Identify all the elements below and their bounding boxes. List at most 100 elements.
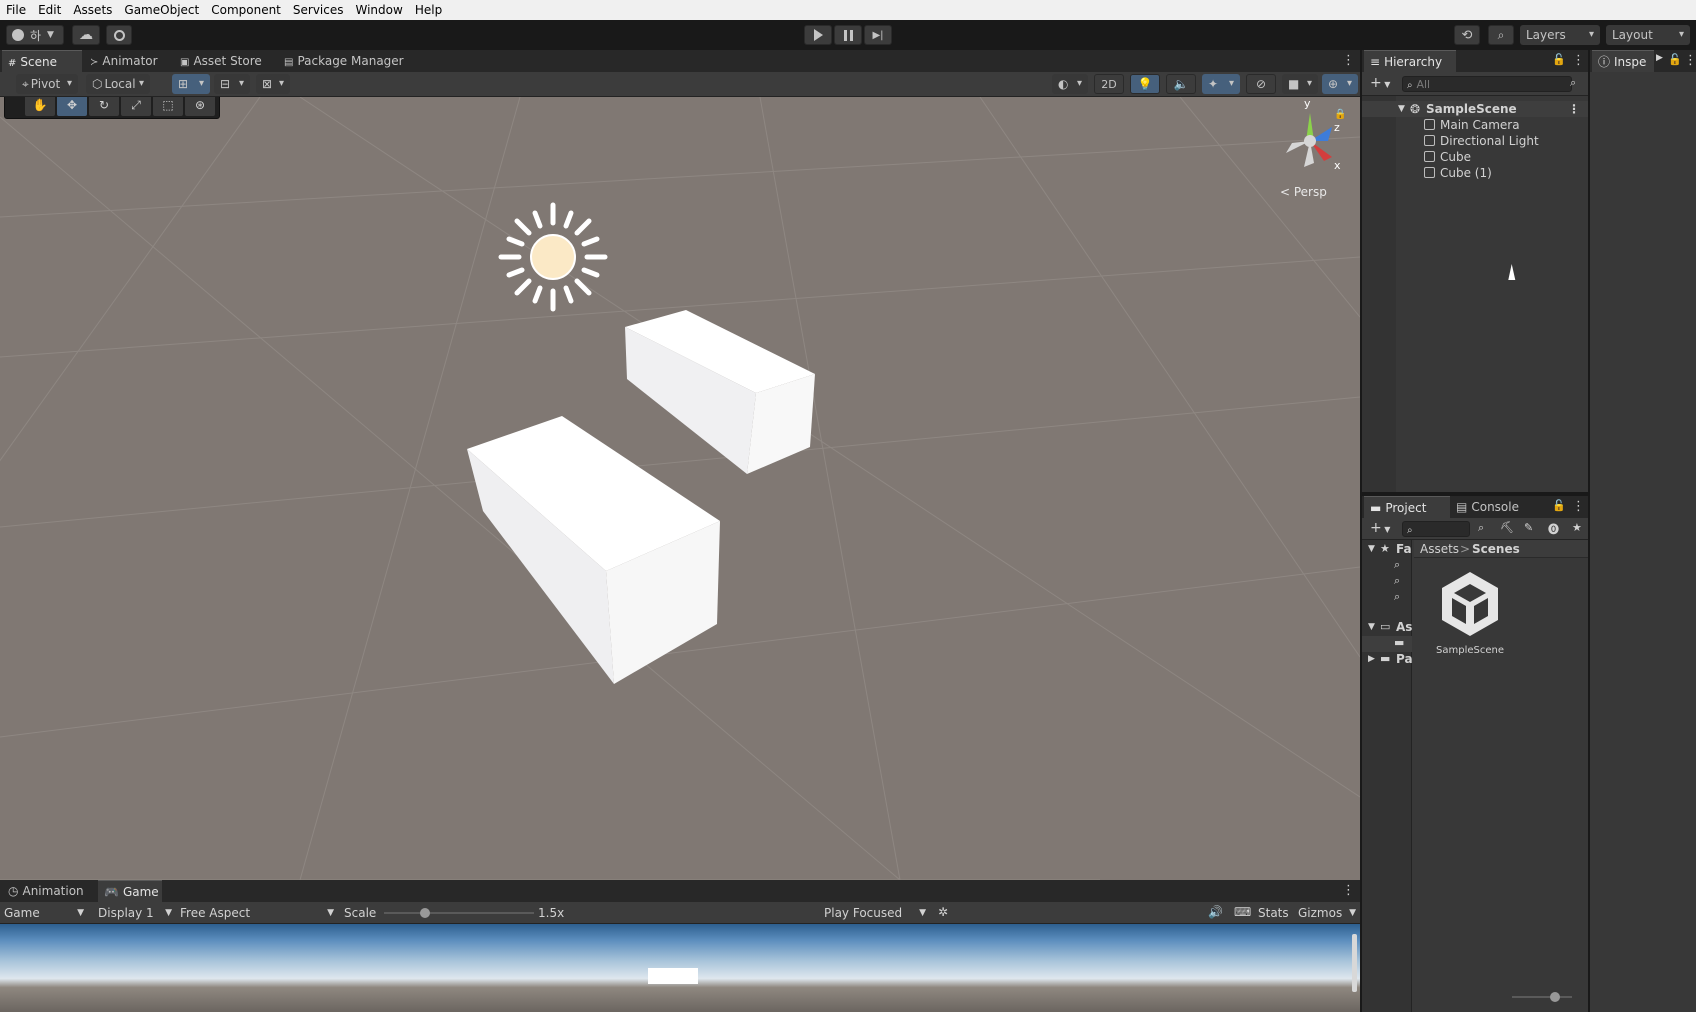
menu-edit[interactable]: Edit (32, 0, 67, 20)
warning-icon[interactable]: ⓿ (1548, 521, 1559, 537)
layers-dropdown[interactable]: Layers (1520, 25, 1600, 45)
collab-button[interactable] (106, 25, 132, 45)
camera-dropdown[interactable]: ■ (1282, 74, 1318, 94)
move-tool-button[interactable]: ✥ (57, 97, 87, 116)
project-kebab-icon[interactable]: ⋮ (1572, 499, 1585, 514)
menu-component[interactable]: Component (205, 0, 287, 20)
gizmos-dropdown-game[interactable]: Gizmos ▼ (1298, 902, 1358, 924)
menu-window[interactable]: Window (350, 0, 409, 20)
game-viewport[interactable] (0, 924, 1360, 1012)
game-kebab-icon[interactable]: ⋮ (1342, 883, 1355, 898)
aspect-dropdown[interactable]: Free Aspect ▼ (180, 902, 336, 924)
favorites-label[interactable]: Fa (1396, 542, 1412, 556)
menu-gameobject[interactable]: GameObject (118, 0, 205, 20)
chevron-down-icon[interactable]: ▼ (1368, 544, 1375, 554)
scale-slider-thumb[interactable] (420, 908, 430, 918)
scene-viewport[interactable]: ✋ ✥ ↻ ⤢ ⬚ ⊛ y z x < Persp 🔒 (0, 97, 1360, 880)
view-dropdown[interactable]: Game ▼ (2, 902, 90, 924)
chevron-right-icon[interactable]: ▶ (1656, 53, 1663, 63)
tag-icon[interactable]: ✎ (1524, 521, 1533, 534)
cloud-button[interactable]: ☁ (72, 25, 100, 45)
lighting-toggle[interactable]: 💡 (1130, 74, 1160, 94)
draw-mode-dropdown[interactable]: ◐ (1052, 74, 1088, 94)
play-focused-dropdown[interactable]: Play Focused ▼ (824, 902, 928, 924)
undo-history-button[interactable]: ⟲ (1454, 25, 1480, 45)
zoom-slider[interactable] (1512, 992, 1572, 1002)
gizmos-dropdown[interactable]: ⊕ (1322, 74, 1358, 94)
search-by-label-icon[interactable]: ⛏ (1500, 521, 1514, 534)
search-icon[interactable]: ⌕ (1394, 574, 1400, 588)
assets-folder-label[interactable]: As (1396, 620, 1412, 634)
local-dropdown[interactable]: ⬡ Local (86, 74, 150, 94)
hidden-objects-toggle[interactable]: ⊘ (1246, 74, 1276, 94)
play-button[interactable] (804, 25, 832, 45)
account-dropdown[interactable]: 하 ▼ (6, 25, 64, 45)
scale-slider[interactable] (384, 908, 534, 918)
list-item[interactable]: Main Camera (1362, 117, 1588, 133)
scene-row[interactable]: ▼ ❂ SampleScene ⋮ (1362, 101, 1588, 117)
tab-console[interactable]: ▤ Console (1450, 496, 1540, 518)
menu-services[interactable]: Services (287, 0, 350, 20)
projection-toggle[interactable]: < Persp (1280, 185, 1327, 199)
hierarchy-search-input[interactable]: ⌕ All (1402, 76, 1572, 92)
tab-asset-store[interactable]: ▣ Asset Store (174, 50, 278, 72)
cube-object-back[interactable] (625, 310, 815, 474)
favorite-star-icon[interactable]: ★ (1572, 521, 1582, 534)
tab-hierarchy[interactable]: ≡ Hierarchy (1364, 50, 1456, 72)
hierarchy-lock-icon[interactable]: 🔓 (1552, 53, 1566, 66)
create-asset-button[interactable]: + ▼ (1370, 520, 1390, 536)
project-lock-icon[interactable]: 🔓 (1552, 499, 1566, 512)
scenes-folder-row[interactable]: ▬ (1362, 636, 1412, 652)
zoom-slider-thumb[interactable] (1550, 992, 1560, 1002)
2d-toggle[interactable]: 2D (1094, 74, 1124, 94)
scene-kebab-icon[interactable]: ⋮ (1568, 101, 1580, 117)
tab-inspector[interactable]: ⓘ Inspe (1592, 50, 1654, 72)
keyboard-icon[interactable]: ⌨ (1234, 905, 1251, 919)
menu-assets[interactable]: Assets (67, 0, 118, 20)
project-search-input[interactable]: ⌕ (1402, 521, 1470, 537)
inspector-lock-icon[interactable]: 🔓 (1668, 53, 1682, 66)
breadcrumb-scenes[interactable]: Scenes (1472, 542, 1520, 556)
list-item[interactable]: Directional Light (1362, 133, 1588, 149)
inspector-kebab-icon[interactable]: ⋮ (1684, 53, 1696, 68)
tab-project[interactable]: ▬ Project (1364, 496, 1450, 518)
chevron-right-icon[interactable]: ▶ (1368, 654, 1375, 664)
cube-object-front[interactable] (467, 416, 720, 684)
kebab-menu-icon[interactable]: ⋮ (1342, 53, 1355, 68)
asset-tile[interactable]: SampleScene (1430, 570, 1510, 670)
tab-scene[interactable]: # Scene (2, 50, 82, 72)
pause-button[interactable] (834, 25, 862, 45)
add-object-button[interactable]: + ▼ (1370, 75, 1390, 91)
audio-toggle[interactable]: 🔈 (1166, 74, 1196, 94)
effects-dropdown[interactable]: ✦ (1202, 74, 1240, 94)
breadcrumb-assets[interactable]: Assets (1420, 542, 1459, 556)
chevron-down-icon[interactable]: ▼ (1368, 622, 1375, 632)
display-dropdown[interactable]: Display 1 ▼ (98, 902, 174, 924)
search-button[interactable]: ⌕ (1488, 25, 1514, 45)
increment-snap-dropdown[interactable]: ⊟ (214, 74, 250, 94)
rotate-tool-button[interactable]: ↻ (89, 97, 119, 116)
tab-package-manager[interactable]: ▤ Package Manager (278, 50, 418, 72)
mute-audio-icon[interactable]: 🔊 (1208, 905, 1223, 919)
directional-light-gizmo[interactable] (498, 202, 608, 312)
stats-button[interactable]: Stats (1258, 902, 1289, 924)
rect-tool-button[interactable]: ⬚ (153, 97, 183, 116)
lock-icon[interactable]: 🔒 (1334, 109, 1346, 120)
search-options-icon[interactable]: ⌕ (1570, 76, 1576, 90)
list-item[interactable]: Cube (1362, 149, 1588, 165)
scale-tool-button[interactable]: ⤢ (121, 97, 151, 116)
search-icon[interactable]: ⌕ (1394, 558, 1400, 572)
layout-dropdown[interactable]: Layout (1606, 25, 1690, 45)
transform-tool-button[interactable]: ⊛ (185, 97, 215, 116)
hand-tool-button[interactable]: ✋ (25, 97, 55, 116)
packages-folder-label[interactable]: Pa (1396, 652, 1413, 666)
menu-help[interactable]: Help (409, 0, 448, 20)
search-icon[interactable]: ⌕ (1394, 590, 1400, 604)
hierarchy-kebab-icon[interactable]: ⋮ (1572, 53, 1585, 68)
menu-file[interactable]: File (0, 0, 32, 20)
grid-snap-dropdown[interactable]: ⊞ (172, 74, 210, 94)
pivot-dropdown[interactable]: ⌖ Pivot (16, 74, 78, 94)
tab-animator[interactable]: ≻ Animator (84, 50, 174, 72)
game-scrollbar[interactable] (1352, 934, 1357, 992)
tab-animation[interactable]: ◷ Animation (2, 880, 96, 902)
